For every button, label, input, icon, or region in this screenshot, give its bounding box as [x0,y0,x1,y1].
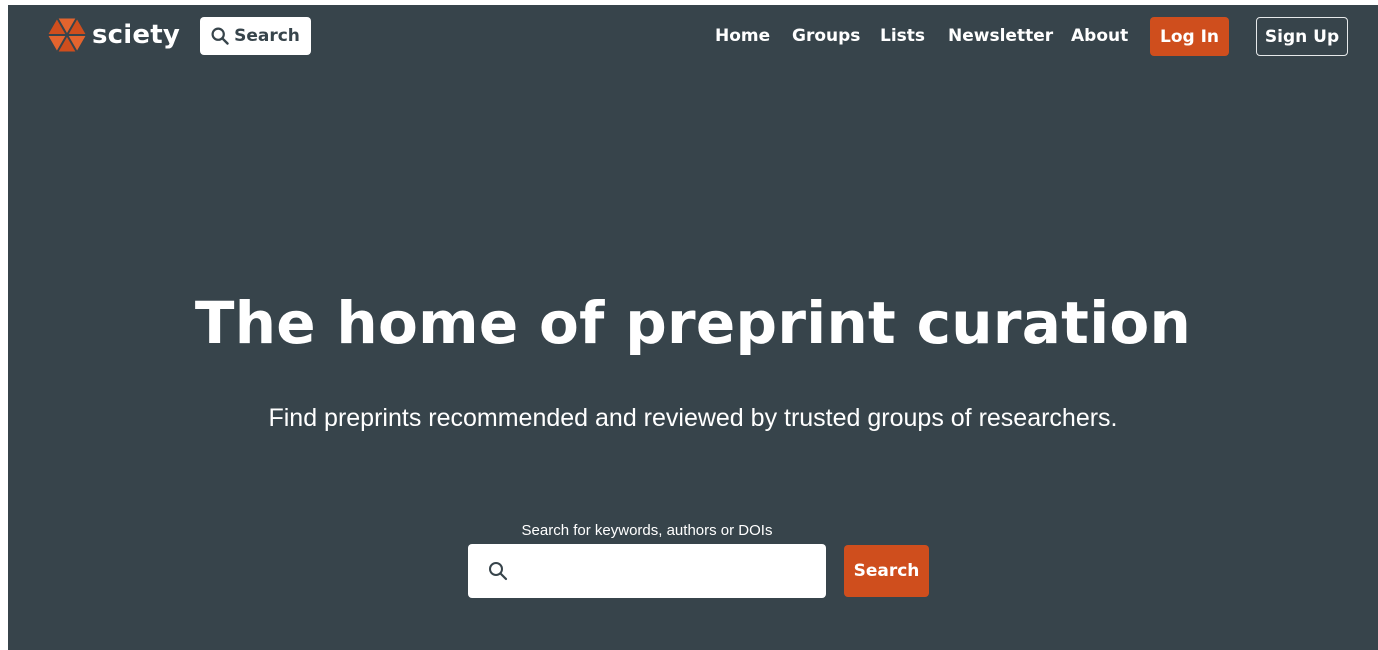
search-field[interactable] [468,544,826,598]
search-icon [488,561,508,581]
search-submit-button[interactable]: Search [844,545,929,597]
page-frame: sciety Search Home Groups Lists Newslett… [8,5,1378,650]
nav-home[interactable]: Home [715,25,770,47]
signup-button[interactable]: Sign Up [1256,17,1348,56]
hero-title: The home of preprint curation [194,289,1192,357]
header-search-button[interactable]: Search [200,17,311,55]
search-label: Search for keywords, authors or DOIs [521,522,773,539]
search-input[interactable] [518,552,818,592]
site-header: sciety Search Home Groups Lists Newslett… [8,5,1378,71]
nav-lists[interactable]: Lists [880,25,925,47]
hero-subtitle: Find preprints recommended and reviewed … [268,404,1118,432]
login-button[interactable]: Log In [1150,17,1229,56]
nav-newsletter[interactable]: Newsletter [948,25,1053,47]
search-icon [211,27,229,45]
nav-about[interactable]: About [1071,25,1128,47]
sciety-logo-icon [48,16,86,54]
sciety-logo-link[interactable]: sciety [48,15,180,55]
nav-groups[interactable]: Groups [792,25,860,47]
header-search-label: Search [234,26,300,46]
brand-name: sciety [92,20,181,50]
